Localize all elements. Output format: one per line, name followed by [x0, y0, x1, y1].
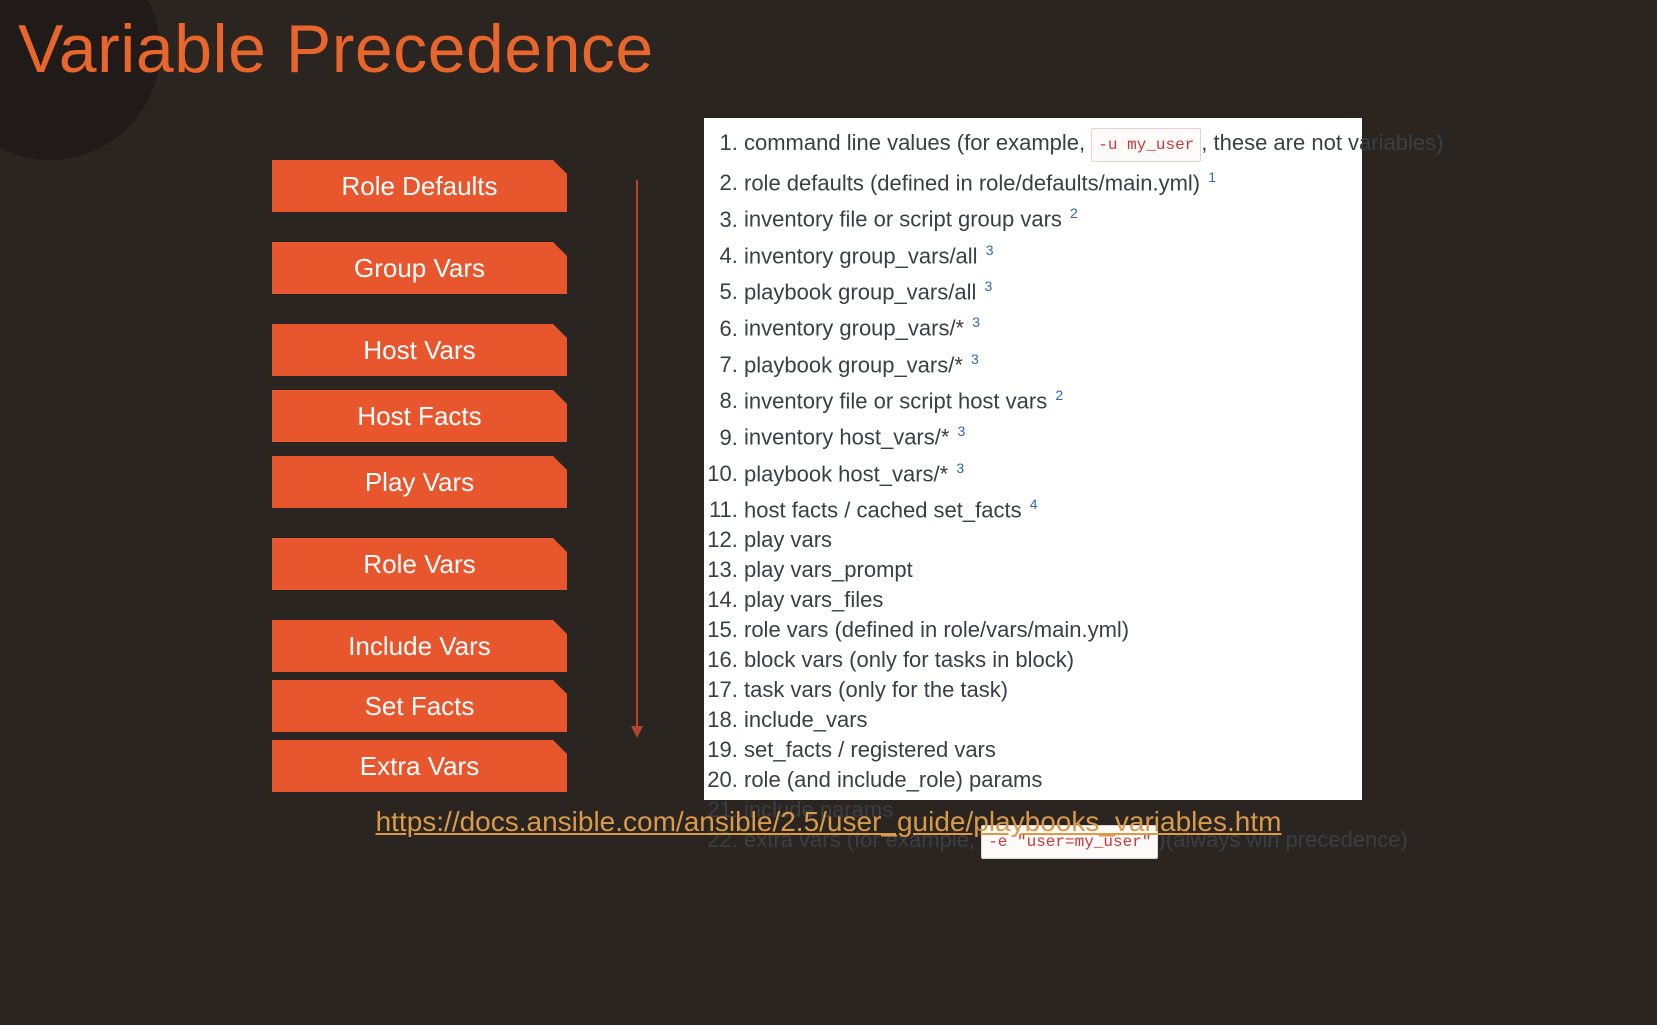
- precedence-list-item: inventory group_vars/all 3: [744, 235, 1352, 271]
- list-item-text: inventory file or script group vars: [744, 207, 1068, 232]
- precedence-list-item: play vars: [744, 525, 1352, 555]
- list-item-text: inventory group_vars/*: [744, 316, 970, 341]
- list-item-text: play vars_prompt: [744, 557, 913, 582]
- precedence-list-item: playbook group_vars/all 3: [744, 271, 1352, 307]
- footnote-ref: 3: [971, 351, 979, 367]
- list-item-text: playbook group_vars/*: [744, 352, 969, 377]
- precedence-list-item: inventory file or script host vars 2: [744, 380, 1352, 416]
- block-play-vars: Play Vars: [272, 456, 567, 508]
- precedence-list-item: host facts / cached set_facts 4: [744, 489, 1352, 525]
- footnote-ref: 2: [1070, 205, 1078, 221]
- list-item-text: playbook host_vars/*: [744, 461, 954, 486]
- precedence-list-item: task vars (only for the task): [744, 675, 1352, 705]
- slide-title: Variable Precedence: [18, 10, 654, 88]
- footnote-ref: 3: [986, 242, 994, 258]
- block-host-facts: Host Facts: [272, 390, 567, 442]
- list-item-text: role vars (defined in role/vars/main.yml…: [744, 617, 1129, 642]
- list-item-text: inventory file or script host vars: [744, 388, 1053, 413]
- list-item-text: inventory host_vars/*: [744, 425, 956, 450]
- precedence-ordered-list: command line values (for example, -u my_…: [704, 128, 1362, 859]
- list-item-text: , these are not variables): [1201, 130, 1443, 155]
- precedence-list-item: play vars_files: [744, 585, 1352, 615]
- docs-link[interactable]: https://docs.ansible.com/ansible/2.5/use…: [376, 806, 1282, 837]
- block-host-vars: Host Vars: [272, 324, 567, 376]
- precedence-list-item: playbook group_vars/* 3: [744, 344, 1352, 380]
- precedence-list-item: role (and include_role) params: [744, 765, 1352, 795]
- block-set-facts: Set Facts: [272, 680, 567, 732]
- precedence-list-panel: command line values (for example, -u my_…: [704, 118, 1362, 800]
- block-role-defaults: Role Defaults: [272, 160, 567, 212]
- footnote-ref: 3: [958, 423, 966, 439]
- list-item-text: include_vars: [744, 707, 868, 732]
- list-item-text: command line values (for example,: [744, 130, 1091, 155]
- inline-code: -u my_user: [1091, 128, 1201, 162]
- block-group-vars: Group Vars: [272, 242, 567, 294]
- list-item-text: role defaults (defined in role/defaults/…: [744, 170, 1206, 195]
- precedence-list-item: inventory group_vars/* 3: [744, 307, 1352, 343]
- list-item-text: block vars (only for tasks in block): [744, 647, 1074, 672]
- precedence-blocks: Role Defaults Group Vars Host Vars Host …: [272, 160, 567, 806]
- footnote-ref: 4: [1030, 496, 1038, 512]
- footnote-ref: 1: [1208, 169, 1216, 185]
- precedence-list-item: inventory file or script group vars 2: [744, 198, 1352, 234]
- precedence-list-item: set_facts / registered vars: [744, 735, 1352, 765]
- precedence-list-item: inventory host_vars/* 3: [744, 416, 1352, 452]
- list-item-text: play vars: [744, 527, 832, 552]
- precedence-list-item: role vars (defined in role/vars/main.yml…: [744, 615, 1352, 645]
- precedence-list-item: play vars_prompt: [744, 555, 1352, 585]
- docs-link-container: https://docs.ansible.com/ansible/2.5/use…: [0, 806, 1657, 838]
- block-include-vars: Include Vars: [272, 620, 567, 672]
- list-item-text: set_facts / registered vars: [744, 737, 996, 762]
- footnote-ref: 3: [956, 460, 964, 476]
- precedence-list-item: include_vars: [744, 705, 1352, 735]
- list-item-text: playbook group_vars/all: [744, 279, 982, 304]
- precedence-arrow-icon: [636, 180, 638, 728]
- list-item-text: host facts / cached set_facts: [744, 497, 1028, 522]
- footnote-ref: 3: [972, 314, 980, 330]
- list-item-text: role (and include_role) params: [744, 767, 1042, 792]
- precedence-list-item: command line values (for example, -u my_…: [744, 128, 1352, 162]
- precedence-list-item: block vars (only for tasks in block): [744, 645, 1352, 675]
- list-item-text: play vars_files: [744, 587, 883, 612]
- footnote-ref: 2: [1055, 387, 1063, 403]
- list-item-text: inventory group_vars/all: [744, 243, 984, 268]
- precedence-list-item: role defaults (defined in role/defaults/…: [744, 162, 1352, 198]
- footnote-ref: 3: [984, 278, 992, 294]
- block-role-vars: Role Vars: [272, 538, 567, 590]
- list-item-text: task vars (only for the task): [744, 677, 1008, 702]
- block-extra-vars: Extra Vars: [272, 740, 567, 792]
- precedence-list-item: playbook host_vars/* 3: [744, 453, 1352, 489]
